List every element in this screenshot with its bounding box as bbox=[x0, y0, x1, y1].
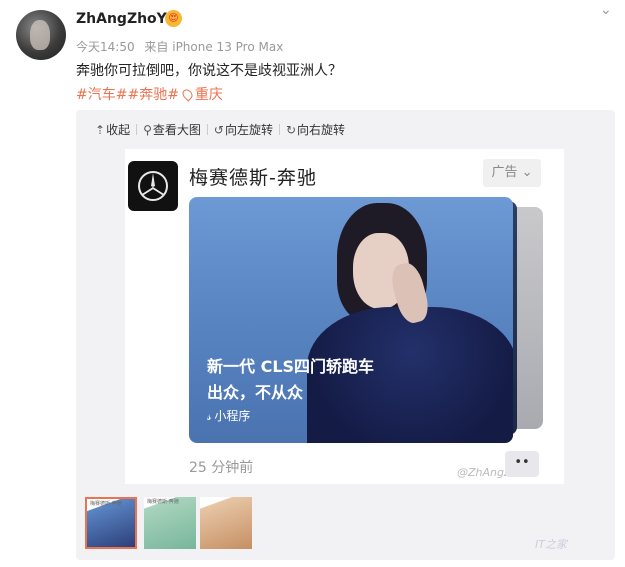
thumbnail-2[interactable]: 梅赛德斯-奔驰 bbox=[144, 497, 196, 549]
post-image[interactable]: 梅赛德斯-奔驰 广告 ⌄ 新一代 CLS四门轿跑车 出众，不从众 𝓈 小程序 25… bbox=[125, 149, 564, 484]
toolbar-divider bbox=[136, 124, 138, 135]
toolbar-divider bbox=[278, 124, 280, 135]
location-link[interactable]: 重庆 bbox=[195, 87, 223, 103]
toolbar-divider bbox=[206, 124, 208, 135]
post-tags: #汽车##奔驰# 重庆 bbox=[76, 84, 223, 104]
collapse-button[interactable]: ⇡收起 bbox=[95, 121, 130, 138]
emoji-badge: 😍 bbox=[165, 10, 182, 27]
ad-card: 新一代 CLS四门轿跑车 出众，不从众 𝓈 小程序 bbox=[189, 197, 513, 443]
rotate-left-button[interactable]: ↺向左旋转 bbox=[214, 121, 273, 138]
collapse-arrow-icon: ⇡ bbox=[95, 123, 106, 137]
location-pin-icon bbox=[180, 87, 195, 102]
mini-program-tag: 𝓈 小程序 bbox=[207, 409, 251, 423]
mini-program-icon: 𝓈 bbox=[207, 409, 212, 423]
rotate-right-icon: ↻ bbox=[285, 123, 297, 137]
rotate-right-button[interactable]: ↻向右旋转 bbox=[286, 121, 345, 138]
image-toolbar: ⇡收起 ⚲查看大图 ↺向左旋转 ↻向右旋转 bbox=[95, 121, 345, 138]
view-large-button[interactable]: ⚲查看大图 bbox=[143, 121, 201, 138]
chevron-down-icon[interactable]: ⌄ bbox=[600, 2, 612, 18]
ad-time-ago: 25 分钟前 bbox=[189, 460, 254, 476]
post-source: 来自 iPhone 13 Pro Max bbox=[144, 40, 284, 54]
ad-label: 广告 ⌄ bbox=[483, 159, 541, 187]
post-time[interactable]: 今天14:50 bbox=[76, 40, 135, 54]
site-watermark: IT之家 bbox=[535, 538, 567, 551]
username[interactable]: ZhAngZhoYn bbox=[76, 11, 177, 27]
post-text: 奔驰你可拉倒吧，你说这不是歧视亚洲人？ bbox=[76, 63, 342, 79]
chevron-down-icon: ⌄ bbox=[521, 165, 533, 180]
thumbnail-1[interactable]: 梅赛德斯-奔驰 bbox=[85, 497, 137, 549]
thumbnail-3[interactable] bbox=[200, 497, 252, 549]
mercedes-logo bbox=[128, 161, 178, 211]
ad-subheadline: 出众，不从众 bbox=[207, 383, 304, 402]
avatar[interactable] bbox=[16, 10, 66, 60]
rotate-left-icon: ↺ bbox=[213, 123, 224, 137]
magnifier-icon: ⚲ bbox=[143, 123, 152, 137]
more-options-button: •• bbox=[505, 451, 539, 477]
hashtags[interactable]: #汽车##奔驰# bbox=[76, 87, 179, 103]
post-meta: 今天14:50 来自 iPhone 13 Pro Max bbox=[76, 38, 283, 55]
ad-headline: 新一代 CLS四门轿跑车 bbox=[207, 357, 375, 376]
ad-brand: 梅赛德斯-奔驰 bbox=[189, 167, 317, 189]
